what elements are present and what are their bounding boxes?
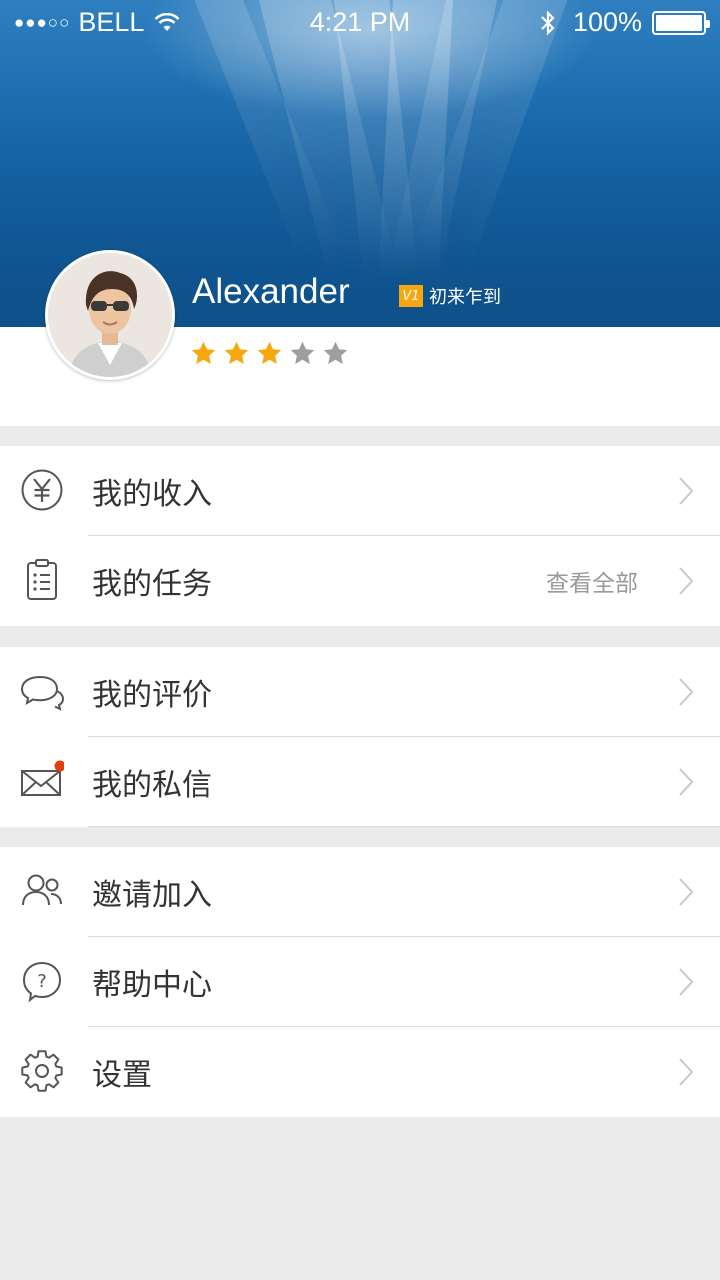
- level-badge: V1: [399, 285, 423, 307]
- divider: [88, 826, 720, 827]
- menu-group-more: 邀请加入 ? 帮助中心 设置: [0, 847, 720, 1117]
- menu-item-income[interactable]: 我的收入: [0, 446, 720, 536]
- users-icon: [22, 874, 62, 906]
- view-all-link[interactable]: 查看全部: [546, 564, 638, 598]
- star-empty-icon: [290, 341, 315, 364]
- rating-stars: [190, 340, 355, 367]
- bluetooth-icon: [541, 9, 555, 36]
- menu-item-tasks[interactable]: 我的任务 查看全部: [0, 536, 720, 626]
- gear-icon: [21, 1050, 63, 1092]
- menu-item-invite[interactable]: 邀请加入: [0, 847, 720, 937]
- menu-item-label: 我的私信: [92, 768, 212, 803]
- star-filled-icon: [257, 341, 282, 364]
- battery-icon: [652, 10, 710, 35]
- chevron-right-icon: [679, 1058, 694, 1086]
- status-bar: ●●●○○ BELL 4:21 PM 100%: [0, 0, 720, 44]
- chat-bubbles-icon: [20, 675, 64, 711]
- svg-text:?: ?: [37, 971, 47, 992]
- yuan-icon: [21, 469, 63, 511]
- unread-dot: [54, 760, 64, 772]
- star-empty-icon: [323, 341, 348, 364]
- menu-item-settings[interactable]: 设置: [0, 1027, 720, 1117]
- envelope-icon: [21, 760, 64, 796]
- clipboard-list-icon: [27, 559, 57, 600]
- chevron-right-icon: [679, 878, 694, 906]
- chevron-right-icon: [679, 768, 694, 796]
- battery-percent: 100%: [572, 7, 642, 37]
- menu-item-help-center[interactable]: ? 帮助中心: [0, 937, 720, 1027]
- star-filled-icon: [224, 341, 249, 364]
- avatar-photo: [48, 253, 172, 377]
- menu-item-label: 邀请加入: [92, 878, 212, 913]
- avatar[interactable]: [45, 250, 175, 380]
- help-question-icon: ?: [22, 961, 62, 1003]
- menu-item-reviews[interactable]: 我的评价: [0, 647, 720, 737]
- menu-item-label: 我的收入: [92, 477, 212, 512]
- chevron-right-icon: [679, 567, 694, 595]
- menu-item-label: 设置: [92, 1058, 152, 1093]
- star-filled-icon: [191, 341, 216, 364]
- menu-group-account: 我的收入 我的任务 查看全部: [0, 446, 720, 626]
- menu-item-private-messages[interactable]: 我的私信: [0, 737, 720, 827]
- menu-group-messages: 我的评价 我的私信: [0, 647, 720, 827]
- menu-item-label: 帮助中心: [92, 968, 212, 1003]
- menu-item-label: 我的任务: [92, 567, 212, 602]
- chevron-right-icon: [679, 477, 694, 505]
- menu-item-label: 我的评价: [92, 678, 212, 713]
- chevron-right-icon: [679, 678, 694, 706]
- chevron-right-icon: [679, 968, 694, 996]
- user-name: Alexander: [192, 272, 350, 311]
- level-title: 初来乍到: [429, 287, 501, 308]
- user-level: V1 初来乍到: [399, 283, 501, 309]
